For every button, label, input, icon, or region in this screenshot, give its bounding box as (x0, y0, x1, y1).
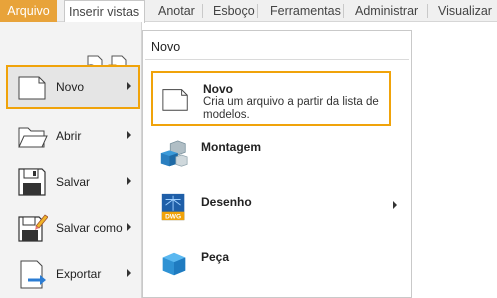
tab-inserir-vistas[interactable]: Inserir vistas (64, 0, 145, 23)
divider (145, 59, 409, 60)
file-menu-novo[interactable]: Novo (6, 65, 140, 109)
part-cube-icon (162, 252, 186, 276)
submenu-header: Novo (151, 40, 181, 54)
file-menu-salvar-como[interactable]: Salvar como (6, 206, 140, 250)
file-menu-salvar[interactable]: Salvar (6, 160, 140, 204)
submenu-item-desenho[interactable]: DWG Desenho (151, 188, 397, 236)
tab-anotar[interactable]: Anotar (154, 0, 199, 22)
ribbon-tab-bar: Arquivo Inserir vistas Anotar Esboço Fer… (0, 0, 497, 23)
tab-arquivo[interactable]: Arquivo (0, 0, 57, 22)
submenu-item-title: Novo (203, 82, 233, 96)
submenu-item-novo[interactable]: Novo Cria um arquivo a partir da lista d… (151, 71, 391, 126)
menu-label: Exportar (56, 267, 102, 281)
open-folder-icon (18, 127, 48, 148)
file-menu-left-column: Novo Abrir Salvar Salvar como Exportar (0, 22, 142, 298)
save-as-icon (18, 214, 48, 242)
canvas-area (413, 22, 497, 298)
menu-label: Salvar como (56, 221, 123, 235)
submenu-arrow-icon (127, 177, 131, 185)
tab-separator (257, 4, 258, 18)
submenu-arrow-icon (127, 82, 131, 90)
menu-label: Salvar (56, 175, 91, 189)
submenu-item-description: Cria um arquivo a partir da lista de mod… (203, 96, 379, 121)
save-floppy-icon (18, 168, 46, 196)
menu-label: Novo (56, 80, 85, 94)
tab-separator (202, 4, 203, 18)
new-document-icon (18, 76, 46, 100)
export-icon (20, 260, 46, 289)
assembly-icon (160, 140, 188, 167)
novo-submenu-panel: Novo Novo Cria um arquivo a partir da li… (142, 30, 412, 298)
submenu-arrow-icon (393, 201, 397, 209)
file-menu-abrir[interactable]: Abrir (6, 114, 140, 158)
new-document-icon (162, 89, 188, 111)
file-menu-exportar[interactable]: Exportar (6, 252, 140, 296)
drawing-dwg-icon: DWG (161, 193, 185, 221)
submenu-item-title: Desenho (201, 195, 252, 209)
submenu-item-montagem[interactable]: Montagem (151, 134, 391, 176)
submenu-item-title: Montagem (201, 140, 261, 154)
tab-administrar[interactable]: Administrar (351, 0, 422, 22)
submenu-item-peca[interactable]: Peça (151, 243, 391, 287)
submenu-arrow-icon (127, 223, 131, 231)
tab-visualizar[interactable]: Visualizar (434, 0, 496, 22)
submenu-arrow-icon (127, 269, 131, 277)
submenu-item-title: Peça (201, 250, 230, 264)
menu-label: Abrir (56, 129, 82, 143)
submenu-arrow-icon (127, 131, 131, 139)
tab-ferramentas[interactable]: Ferramentas (266, 0, 345, 22)
tab-separator (427, 4, 428, 18)
tab-separator (343, 4, 344, 18)
dwg-badge: DWG (165, 214, 181, 221)
tab-esboco[interactable]: Esboço (209, 0, 259, 22)
